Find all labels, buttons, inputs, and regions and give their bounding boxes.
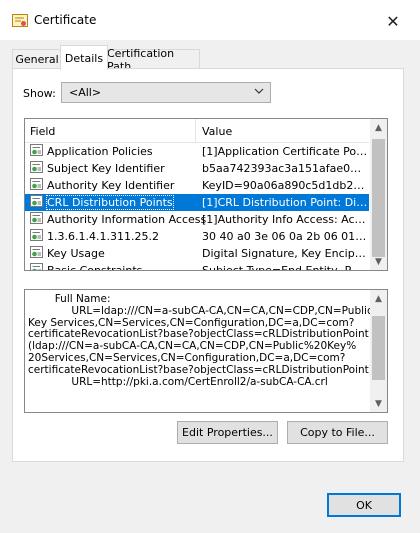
certificate-field-icon [30,144,44,158]
tab-certification-path[interactable]: Certification Path [106,47,200,73]
field-name: 1.3.6.1.4.1.311.25.2 [47,230,159,243]
tab-general[interactable]: General [12,49,62,69]
tab-details[interactable]: Details [60,45,108,70]
scroll-down-icon[interactable]: ▼ [370,253,387,270]
window-title: Certificate [34,13,97,27]
certificate-field-icon [30,263,44,270]
scroll-down-icon[interactable]: ▼ [370,395,387,412]
list-scrollbar[interactable]: ▲ ▼ [370,119,387,270]
details-panel: Show: <All> Field Value Application Poli… [12,68,404,462]
ok-button[interactable]: OK [327,493,401,517]
certificate-field-icon [30,178,44,192]
edit-properties-button[interactable]: Edit Properties... [177,421,278,444]
chevron-down-icon [254,86,264,99]
list-item[interactable]: Authority Key Identifier KeyID=90a06a890c… [25,177,369,194]
list-header: Field Value [25,119,369,143]
scroll-thumb[interactable] [372,139,385,257]
field-name: Authority Key Identifier [47,179,175,192]
field-value: [1]CRL Distribution Point: Distr... [202,196,368,209]
tab-strip: General Details Certification Path [12,45,402,73]
copy-to-file-button[interactable]: Copy to File... [287,421,388,444]
list-item[interactable]: Subject Key Identifier b5aa742393ac3a151a… [25,160,369,177]
scroll-up-icon[interactable]: ▲ [370,290,387,307]
certificate-icon [12,14,28,28]
list-item[interactable]: 1.3.6.1.4.1.311.25.2 30 40 a0 3e 06 0a 2b… [25,228,369,245]
show-dropdown-value: <All> [69,86,102,99]
certificate-field-icon [30,195,44,209]
field-name: Basic Constraints [47,264,143,271]
column-header-value[interactable]: Value [202,125,232,138]
field-value: 30 40 a0 3e 06 0a 2b 06 01 04... [202,230,368,243]
certificate-field-icon [30,161,44,175]
fields-list[interactable]: Field Value Application Policies [1]Appli… [24,118,388,271]
field-detail-text: Full Name: URL=ldap:///CN=a-subCA-CA,CN=… [28,293,373,388]
field-value: KeyID=90a06a890c5d1db2ee... [202,179,368,192]
field-value: Digital Signature, Key Encipher... [202,247,368,260]
certificate-field-icon [30,212,44,226]
close-icon: ✕ [386,11,400,31]
show-label: Show: [23,87,56,100]
column-header-field[interactable]: Field [30,125,55,138]
list-item[interactable]: Key Usage Digital Signature, Key Encipher… [25,245,369,262]
field-name: Application Policies [47,145,153,158]
field-value: [1]Application Certificate Polic... [202,145,368,158]
field-value: Subject Type=End Entity, Pat... [202,264,368,271]
field-name: Subject Key Identifier [47,162,165,175]
detail-scrollbar[interactable]: ▲ ▼ [370,290,387,412]
list-item[interactable]: Basic Constraints Subject Type=End Entity… [25,262,369,271]
scroll-up-icon[interactable]: ▲ [370,119,387,136]
field-name: Authority Information Access [47,213,207,226]
column-divider[interactable] [195,119,196,142]
show-dropdown[interactable]: <All> [61,82,271,103]
field-detail-box[interactable]: Full Name: URL=ldap:///CN=a-subCA-CA,CN=… [24,289,388,413]
field-name: CRL Distribution Points [46,195,174,210]
list-item[interactable]: Authority Information Access [1]Authority… [25,211,369,228]
field-value: [1]Authority Info Access: Acc... [202,213,368,226]
field-value: b5aa742393ac3a151afae07a7... [202,162,368,175]
certificate-dialog: Certificate ✕ General Details Certificat… [0,0,420,533]
close-button[interactable]: ✕ [376,8,410,34]
field-name: Key Usage [47,247,105,260]
certificate-field-icon [30,229,44,243]
title-bar: Certificate ✕ [0,0,420,40]
list-item[interactable]: CRL Distribution Points [1]CRL Distributi… [25,194,369,211]
scroll-thumb[interactable] [372,316,385,380]
list-item[interactable]: Application Policies [1]Application Certi… [25,143,369,160]
certificate-field-icon [30,246,44,260]
